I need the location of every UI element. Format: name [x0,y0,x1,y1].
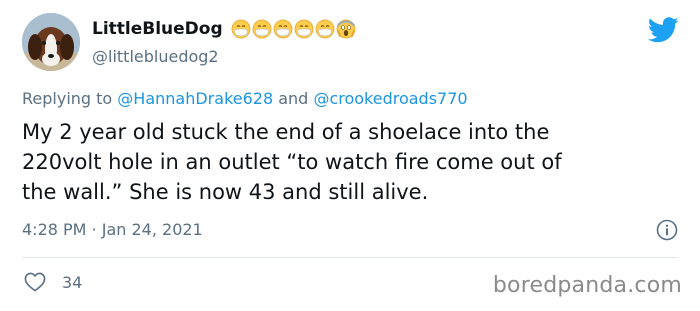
medical-mask-emoji-icon [273,19,293,39]
watermark: boredpanda.com [492,273,682,298]
like-count: 34 [62,273,83,292]
twitter-bird-icon[interactable] [648,17,679,43]
user-handle[interactable]: @littlebluedog2 [92,47,219,66]
medical-mask-emoji-icon [315,19,335,39]
replying-prefix: Replying to [22,89,113,108]
medical-mask-emoji-icon [252,19,272,39]
tweet-text-line: the wall.” She is now 43 and still alive… [22,180,429,204]
tweet-text-line: My 2 year old stuck the end of a shoelac… [22,120,550,144]
replying-to-line: Replying to @HannahDrake628 and @crooked… [22,89,468,108]
dog-avatar-image [22,13,80,71]
medical-mask-emoji-icon [231,19,251,39]
mention-link[interactable]: @HannahDrake628 [117,89,273,108]
tweet-text-line: 220volt hole in an outlet “to watch fire… [22,150,562,174]
divider [22,257,678,258]
heart-icon[interactable] [24,272,46,292]
replying-and: and [278,89,309,108]
medical-mask-emoji-icon [294,19,314,39]
name-emojis [231,19,356,39]
display-name[interactable]: LittleBlueDog [92,19,223,39]
screaming-face-emoji-icon [336,19,356,39]
info-icon[interactable] [656,219,678,241]
tweet-text: My 2 year old stuck the end of a shoelac… [22,117,682,207]
tweet-timestamp[interactable]: 4:28 PM · Jan 24, 2021 [22,220,203,239]
avatar[interactable] [22,13,80,71]
mention-link[interactable]: @crookedroads770 [313,89,467,108]
name-row: LittleBlueDog [92,19,356,39]
